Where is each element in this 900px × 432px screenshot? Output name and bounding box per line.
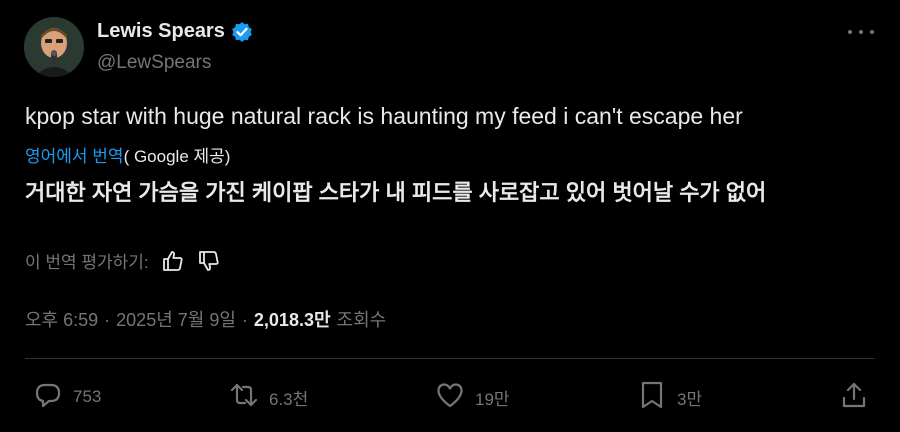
meta-separator: ·: [104, 310, 111, 330]
bookmark-icon: [637, 380, 667, 415]
retweet-count: 6.3천: [269, 389, 309, 409]
author-name[interactable]: Lewis Spears: [97, 20, 225, 43]
divider: [25, 358, 875, 359]
avatar[interactable]: [24, 17, 84, 77]
translated-tweet-text: 거대한 자연 가슴을 가진 케이팝 스타가 내 피드를 사로잡고 있어 벗어날 …: [25, 180, 767, 205]
rate-translation: 이 번역 평가하기:: [25, 248, 221, 273]
meta-separator: ·: [241, 310, 248, 330]
bookmark-button[interactable]: 3만: [637, 378, 702, 416]
action-bar: 753 6.3천 19만 3만: [25, 378, 875, 416]
translation-info: 영어에서 번역( Google 제공): [25, 142, 230, 167]
thumbs-up-icon[interactable]: [161, 249, 185, 273]
translated-by-label: ( Google 제공): [123, 147, 231, 166]
retweet-button[interactable]: 6.3천: [229, 378, 308, 416]
reply-icon: [33, 380, 63, 415]
tweet-date[interactable]: 2025년 7월 9일: [116, 306, 236, 332]
verified-badge-icon: [231, 21, 253, 43]
reply-count: 753: [73, 387, 102, 406]
share-icon: [839, 380, 869, 415]
like-count: 19만: [475, 389, 510, 409]
reply-button[interactable]: 753: [33, 378, 101, 416]
tweet-text: kpop star with huge natural rack is haun…: [25, 103, 743, 129]
translated-from-link[interactable]: 영어에서 번역: [25, 147, 124, 166]
author-handle[interactable]: @LewSpears: [97, 52, 211, 74]
avatar-image: [24, 17, 84, 77]
more-options-icon[interactable]: [848, 22, 874, 42]
heart-icon: [435, 380, 465, 415]
like-button[interactable]: 19만: [435, 378, 510, 416]
views-count: 2,018.3만: [253, 310, 331, 330]
author-name-row[interactable]: Lewis Spears: [97, 20, 253, 43]
bookmark-count: 3만: [677, 389, 703, 409]
tweet-meta: 오후 6:59 · 2025년 7월 9일 · 2,018.3만 조회수: [25, 306, 386, 332]
rate-translation-label: 이 번역 평가하기:: [25, 253, 149, 272]
tweet-time[interactable]: 오후 6:59: [25, 306, 98, 332]
retweet-icon: [229, 380, 259, 415]
share-button[interactable]: [839, 378, 869, 416]
thumbs-down-icon[interactable]: [197, 249, 221, 273]
views-label: 조회수: [336, 310, 387, 330]
